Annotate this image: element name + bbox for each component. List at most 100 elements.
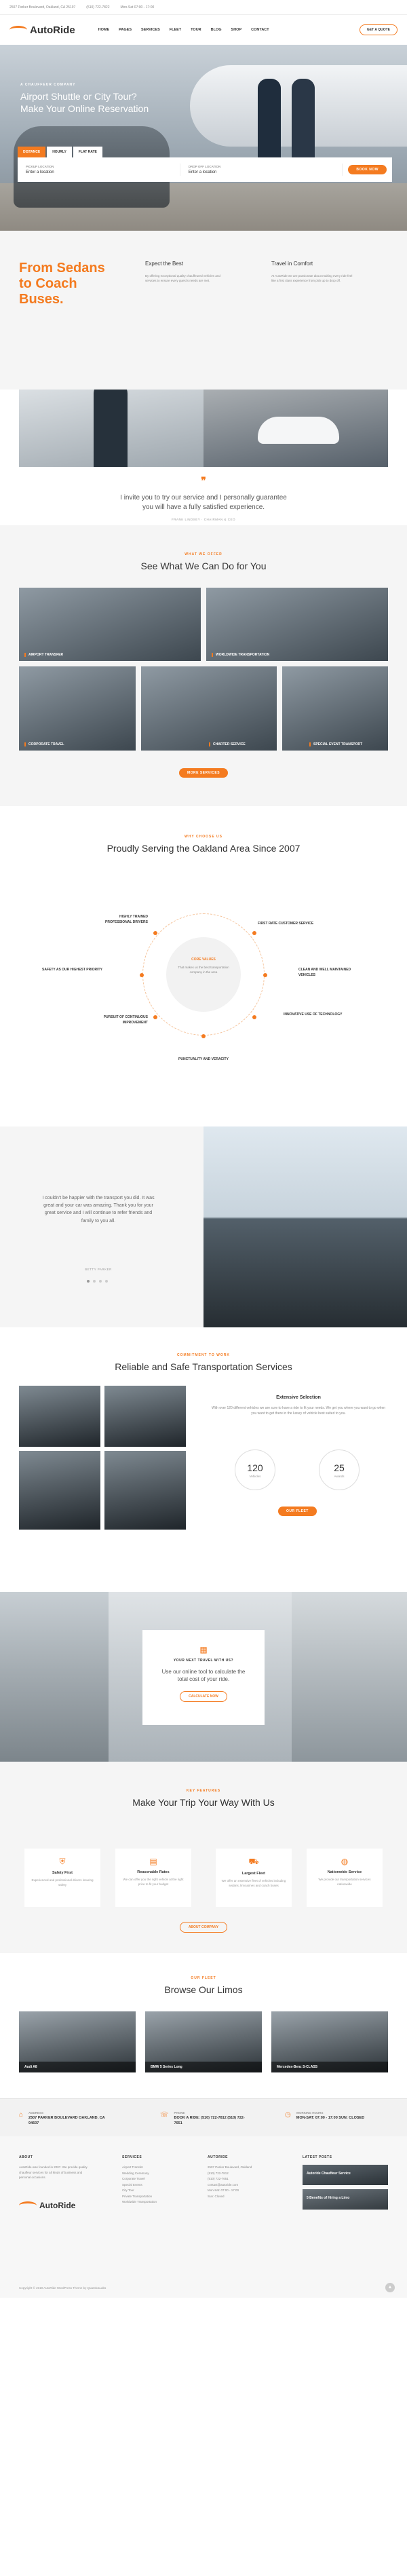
service-tile-corporate[interactable]: CORPORATE TRAVEL xyxy=(19,666,136,751)
stat-number: 120 xyxy=(247,1462,263,1473)
menu-blog[interactable]: BLOG xyxy=(211,28,222,32)
topbar-phone[interactable]: (510) 722-7822 xyxy=(86,5,109,10)
slider-dot[interactable] xyxy=(93,1280,96,1283)
book-now-button[interactable]: BOOK NOW xyxy=(348,165,387,174)
value-marker xyxy=(263,973,267,977)
service-tile-airport[interactable]: AIRPORT TRANSFER xyxy=(19,588,201,661)
service-tile-event[interactable]: SPECIAL EVENT TRANSPORT xyxy=(282,666,388,751)
booking-form: DISTANCE HOURLY FLAT RATE PICKUP LOCATIO… xyxy=(18,147,392,185)
globe-icon: ◍ xyxy=(341,1857,349,1866)
stat-label: Awards xyxy=(334,1475,345,1478)
footer-info[interactable]: (510) 722-7812 xyxy=(208,2171,252,2177)
core-values-center: CORE VALUES That makes us the best trans… xyxy=(166,937,241,1012)
pickup-field[interactable]: PICKUP LOCATION Enter a location xyxy=(23,164,180,176)
footer-info[interactable]: (510) 722-7651 xyxy=(208,2176,252,2182)
footer-link[interactable]: Wedding Ceremony xyxy=(122,2171,157,2177)
get-quote-button[interactable]: GET A QUOTE xyxy=(359,24,398,35)
contact-value[interactable]: BOOK A RIDE: (510) 722-7812 (510) 722-76… xyxy=(174,2116,249,2126)
service-tile-worldwide[interactable]: WORLDWIDE TRANSPORTATION xyxy=(206,588,388,661)
intro-column: Expect the Best By offering exceptional … xyxy=(145,261,227,283)
service-tile-label: CORPORATE TRAVEL xyxy=(24,742,64,746)
footer-heading: ABOUT xyxy=(19,2155,33,2159)
slider-dot[interactable] xyxy=(105,1280,108,1283)
menu-tour[interactable]: TOUR xyxy=(191,28,201,32)
fleet-card[interactable]: Audi A8 xyxy=(19,2011,136,2072)
reliable-section: COMMITMENT TO WORK Reliable and Safe Tra… xyxy=(0,1327,407,1592)
hero-section: A CHAUFFEUR COMPANY Airport Shuttle or C… xyxy=(0,45,407,231)
our-fleet-button[interactable]: OUR FLEET xyxy=(278,1507,317,1516)
footer-link[interactable]: Special Events xyxy=(122,2182,157,2189)
site-logo[interactable]: AutoRide xyxy=(9,24,75,36)
about-company-button[interactable]: ABOUT COMPANY xyxy=(179,1922,228,1933)
core-values-heading: WHY CHOOSE US Proudly Serving the Oaklan… xyxy=(0,835,407,854)
services-heading: WHAT WE OFFER See What We Can Do for You xyxy=(0,552,407,571)
footer-link[interactable]: Airport Transfer xyxy=(122,2165,157,2171)
pickup-input[interactable]: Enter a location xyxy=(26,170,177,174)
hero-title-line: Make Your Online Reservation xyxy=(20,102,149,114)
white-car-shape xyxy=(258,417,339,444)
brand-name: AutoRide xyxy=(30,24,75,36)
value-improvement: PURSUIT OF CONTINUOUS IMPROVEMENT xyxy=(103,1015,148,1025)
footer-link[interactable]: City Tour xyxy=(122,2188,157,2194)
cta-left-image xyxy=(0,1592,109,1762)
map-icon: ⌂ xyxy=(19,2111,24,2119)
more-services-button[interactable]: MORE SERVICES xyxy=(178,768,229,778)
slider-dots[interactable] xyxy=(87,1280,108,1283)
footer-link[interactable]: Private Transportation xyxy=(122,2194,157,2200)
tab-hourly[interactable]: HOURLY xyxy=(47,147,72,157)
headline-line: From Sedans xyxy=(19,261,105,276)
footer-info[interactable]: contact@autoride.com xyxy=(208,2182,252,2189)
contact-hours: ◷ WORKING HOURS MON-SAT: 07:00 - 17:00 SU… xyxy=(285,2111,371,2121)
phone-icon: ☏ xyxy=(160,2111,169,2119)
cta-pretitle: YOUR NEXT TRAVEL WITH US? xyxy=(173,1659,234,1663)
menu-pages[interactable]: PAGES xyxy=(119,28,132,32)
services-section: WHAT WE OFFER See What We Can Do for You… xyxy=(0,525,407,806)
value-customer-service: FIRST RATE CUSTOMER SERVICE xyxy=(258,922,314,926)
cta-text: Use our online tool to calculate the tot… xyxy=(161,1669,246,1683)
menu-services[interactable]: SERVICES xyxy=(141,28,160,32)
tab-distance[interactable]: DISTANCE xyxy=(18,147,46,157)
menu-home[interactable]: HOME xyxy=(98,28,110,32)
feature-card: ⛨ Safety First Experienced and professio… xyxy=(24,1849,100,1907)
value-marker xyxy=(153,931,157,935)
footer-post[interactable]: 5 Benefits of Hiring a Limo xyxy=(303,2189,388,2210)
dropoff-field[interactable]: DROP OFF LOCATION Enter a location xyxy=(186,164,343,176)
slider-dot[interactable] xyxy=(99,1280,102,1283)
intro-column-title: Expect the Best xyxy=(145,261,184,267)
service-tile-charter[interactable]: CHARTER SERVICE xyxy=(141,666,277,751)
topbar-address: 2507 Parker Boulevard, Oakland, CA 25197 xyxy=(9,5,76,10)
businessman-image xyxy=(19,390,204,467)
fleet-card-name: BMW 5 Series Long xyxy=(145,2062,262,2072)
footer-link[interactable]: Corporate Travel xyxy=(122,2176,157,2182)
logo-icon xyxy=(9,26,27,34)
core-values-eyebrow: WHY CHOOSE US xyxy=(185,835,222,839)
core-values-label: CORE VALUES xyxy=(191,958,216,962)
footer-link[interactable]: Worldwide Transportation xyxy=(122,2199,157,2205)
intro-headline: From Sedans to Coach Buses. xyxy=(19,261,105,307)
testimonial-2-quote: I couldn't be happier with the transport… xyxy=(42,1196,155,1224)
value-marker xyxy=(252,1015,256,1019)
feature-title: Nationwide Service xyxy=(327,1870,362,1874)
calculator-cta-section: ▦ YOUR NEXT TRAVEL WITH US? Use our onli… xyxy=(0,1592,407,1762)
contact-label: WORKING HOURS xyxy=(296,2111,324,2115)
cta-box: ▦ YOUR NEXT TRAVEL WITH US? Use our onli… xyxy=(142,1630,265,1725)
dropoff-input[interactable]: Enter a location xyxy=(189,170,340,174)
core-values-title: Proudly Serving the Oakland Area Since 2… xyxy=(106,843,301,854)
testimonial: ❞ I invite you to try our service and I … xyxy=(0,475,407,521)
stat-vehicles: 120 Vehicles xyxy=(235,1450,275,1490)
gallery-image xyxy=(104,1386,186,1447)
intro-column-title: Travel in Comfort xyxy=(271,261,313,267)
footer-post[interactable]: Autoride Chauffeur Service xyxy=(303,2165,388,2185)
booking-fields: PICKUP LOCATION Enter a location DROP OF… xyxy=(18,157,392,182)
footer-logo[interactable]: AutoRide xyxy=(19,2201,94,2210)
scroll-top-icon[interactable]: ▲ xyxy=(385,2283,395,2292)
fleet-selection-block: Extensive Selection With over 120 differ… xyxy=(210,1395,387,1416)
menu-fleet[interactable]: FLEET xyxy=(170,28,181,32)
calculate-now-button[interactable]: CALCULATE NOW xyxy=(180,1691,227,1703)
fleet-card[interactable]: Mercedes-Benz S-CLASS xyxy=(271,2011,388,2072)
menu-shop[interactable]: SHOP xyxy=(231,28,242,32)
tab-flat-rate[interactable]: FLAT RATE xyxy=(73,147,102,157)
fleet-card[interactable]: BMW 5 Series Long xyxy=(145,2011,262,2072)
slider-dot[interactable] xyxy=(87,1280,90,1283)
menu-contact[interactable]: CONTACT xyxy=(251,28,269,32)
